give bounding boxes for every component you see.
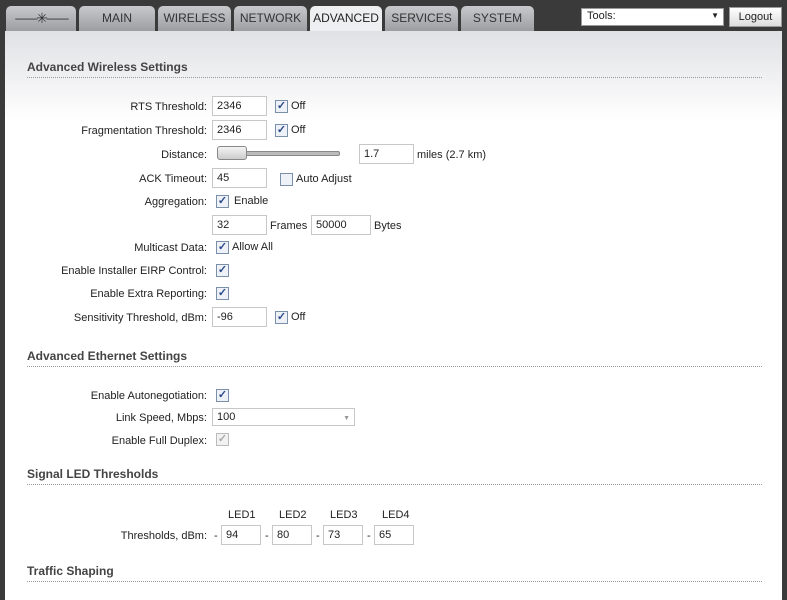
ack-input[interactable]: 45 <box>212 168 267 188</box>
link-speed-value: 100 <box>217 411 236 423</box>
aggregation-enable-label: Enable <box>234 195 269 207</box>
led3-input[interactable]: 73 <box>323 525 363 545</box>
eirp-checkbox[interactable]: ✓ <box>216 264 229 277</box>
dash: - <box>214 530 218 542</box>
sensitivity-off-checkbox[interactable]: ✓ <box>275 311 288 324</box>
sensitivity-label: Sensitivity Threshold, dBm: <box>73 312 207 324</box>
tools-label: Tools: <box>587 10 616 22</box>
section-title: Traffic Shaping <box>27 564 762 582</box>
led4-input[interactable]: 65 <box>374 525 414 545</box>
multicast-label: Multicast Data: <box>134 242 207 254</box>
frag-input[interactable]: 2346 <box>212 120 267 140</box>
tab-main[interactable]: MAIN <box>79 6 155 31</box>
bytes-input[interactable]: 50000 <box>311 215 371 235</box>
extra-reporting-checkbox[interactable]: ✓ <box>216 287 229 300</box>
ack-label: ACK Timeout: <box>139 173 207 185</box>
autoneg-checkbox[interactable]: ✓ <box>216 389 229 402</box>
led4-header: LED4 <box>382 509 410 521</box>
slider-handle[interactable] <box>217 146 247 160</box>
rts-input[interactable]: 2346 <box>212 96 267 116</box>
led1-input[interactable]: 94 <box>221 525 261 545</box>
tab-system[interactable]: SYSTEM <box>461 6 534 31</box>
sensitivity-input[interactable]: -96 <box>212 307 267 327</box>
dash: - <box>367 530 371 542</box>
rts-off-label: Off <box>291 100 306 112</box>
aggregation-label: Aggregation: <box>144 196 207 208</box>
frag-label: Fragmentation Threshold: <box>81 125 207 137</box>
thresholds-label: Thresholds, dBm: <box>120 530 207 542</box>
link-speed-select[interactable]: 100 ▼ <box>212 408 355 426</box>
logout-button[interactable]: Logout <box>729 7 782 27</box>
section-title: Signal LED Thresholds <box>27 467 762 485</box>
dash: - <box>316 530 320 542</box>
ack-auto-checkbox[interactable]: ✓ <box>280 173 293 186</box>
distance-label: Distance: <box>161 149 207 161</box>
multicast-checkbox[interactable]: ✓ <box>216 241 229 254</box>
chevron-down-icon: ▼ <box>343 415 350 422</box>
led1-header: LED1 <box>228 509 256 521</box>
led2-header: LED2 <box>279 509 307 521</box>
tab-advanced[interactable]: ADVANCED <box>310 6 382 31</box>
dash: - <box>265 530 269 542</box>
bytes-label: Bytes <box>374 220 402 232</box>
tab-wireless[interactable]: WIRELESS <box>158 6 231 31</box>
aggregation-checkbox[interactable]: ✓ <box>216 195 229 208</box>
led2-input[interactable]: 80 <box>272 525 312 545</box>
tools-select[interactable]: Tools: ▼ <box>581 8 724 26</box>
distance-input[interactable]: 1.7 <box>359 144 414 164</box>
led3-header: LED3 <box>330 509 358 521</box>
extra-reporting-label: Enable Extra Reporting: <box>90 288 207 300</box>
distance-unit: miles (2.7 km) <box>417 149 487 161</box>
rts-off-checkbox[interactable]: ✓ <box>275 100 288 113</box>
eirp-label: Enable Installer EIRP Control: <box>61 265 207 277</box>
ack-auto-label: Auto Adjust <box>296 173 352 185</box>
rts-label: RTS Threshold: <box>130 101 207 113</box>
ubiquiti-logo-icon: ⸺✳⸺ <box>14 10 70 26</box>
content-panel: Advanced Wireless Settings RTS Threshold… <box>5 31 782 600</box>
section-title: Advanced Ethernet Settings <box>27 349 762 367</box>
section-title: Advanced Wireless Settings <box>27 60 762 78</box>
chevron-down-icon: ▼ <box>711 11 719 20</box>
autoneg-label: Enable Autonegotiation: <box>90 390 207 402</box>
duplex-checkbox[interactable]: ✓ <box>216 433 229 446</box>
frames-input[interactable]: 32 <box>212 215 267 235</box>
tab-logo[interactable]: ⸺✳⸺ <box>6 6 76 31</box>
multicast-allow-label: Allow All <box>232 241 273 253</box>
tab-network[interactable]: NETWORK <box>234 6 307 31</box>
sensitivity-off-label: Off <box>291 311 306 323</box>
frag-off-label: Off <box>291 124 306 136</box>
link-speed-label: Link Speed, Mbps: <box>115 412 207 424</box>
frag-off-checkbox[interactable]: ✓ <box>275 124 288 137</box>
frames-label: Frames <box>270 220 308 232</box>
tab-services[interactable]: SERVICES <box>385 6 458 31</box>
duplex-label: Enable Full Duplex: <box>111 435 207 447</box>
